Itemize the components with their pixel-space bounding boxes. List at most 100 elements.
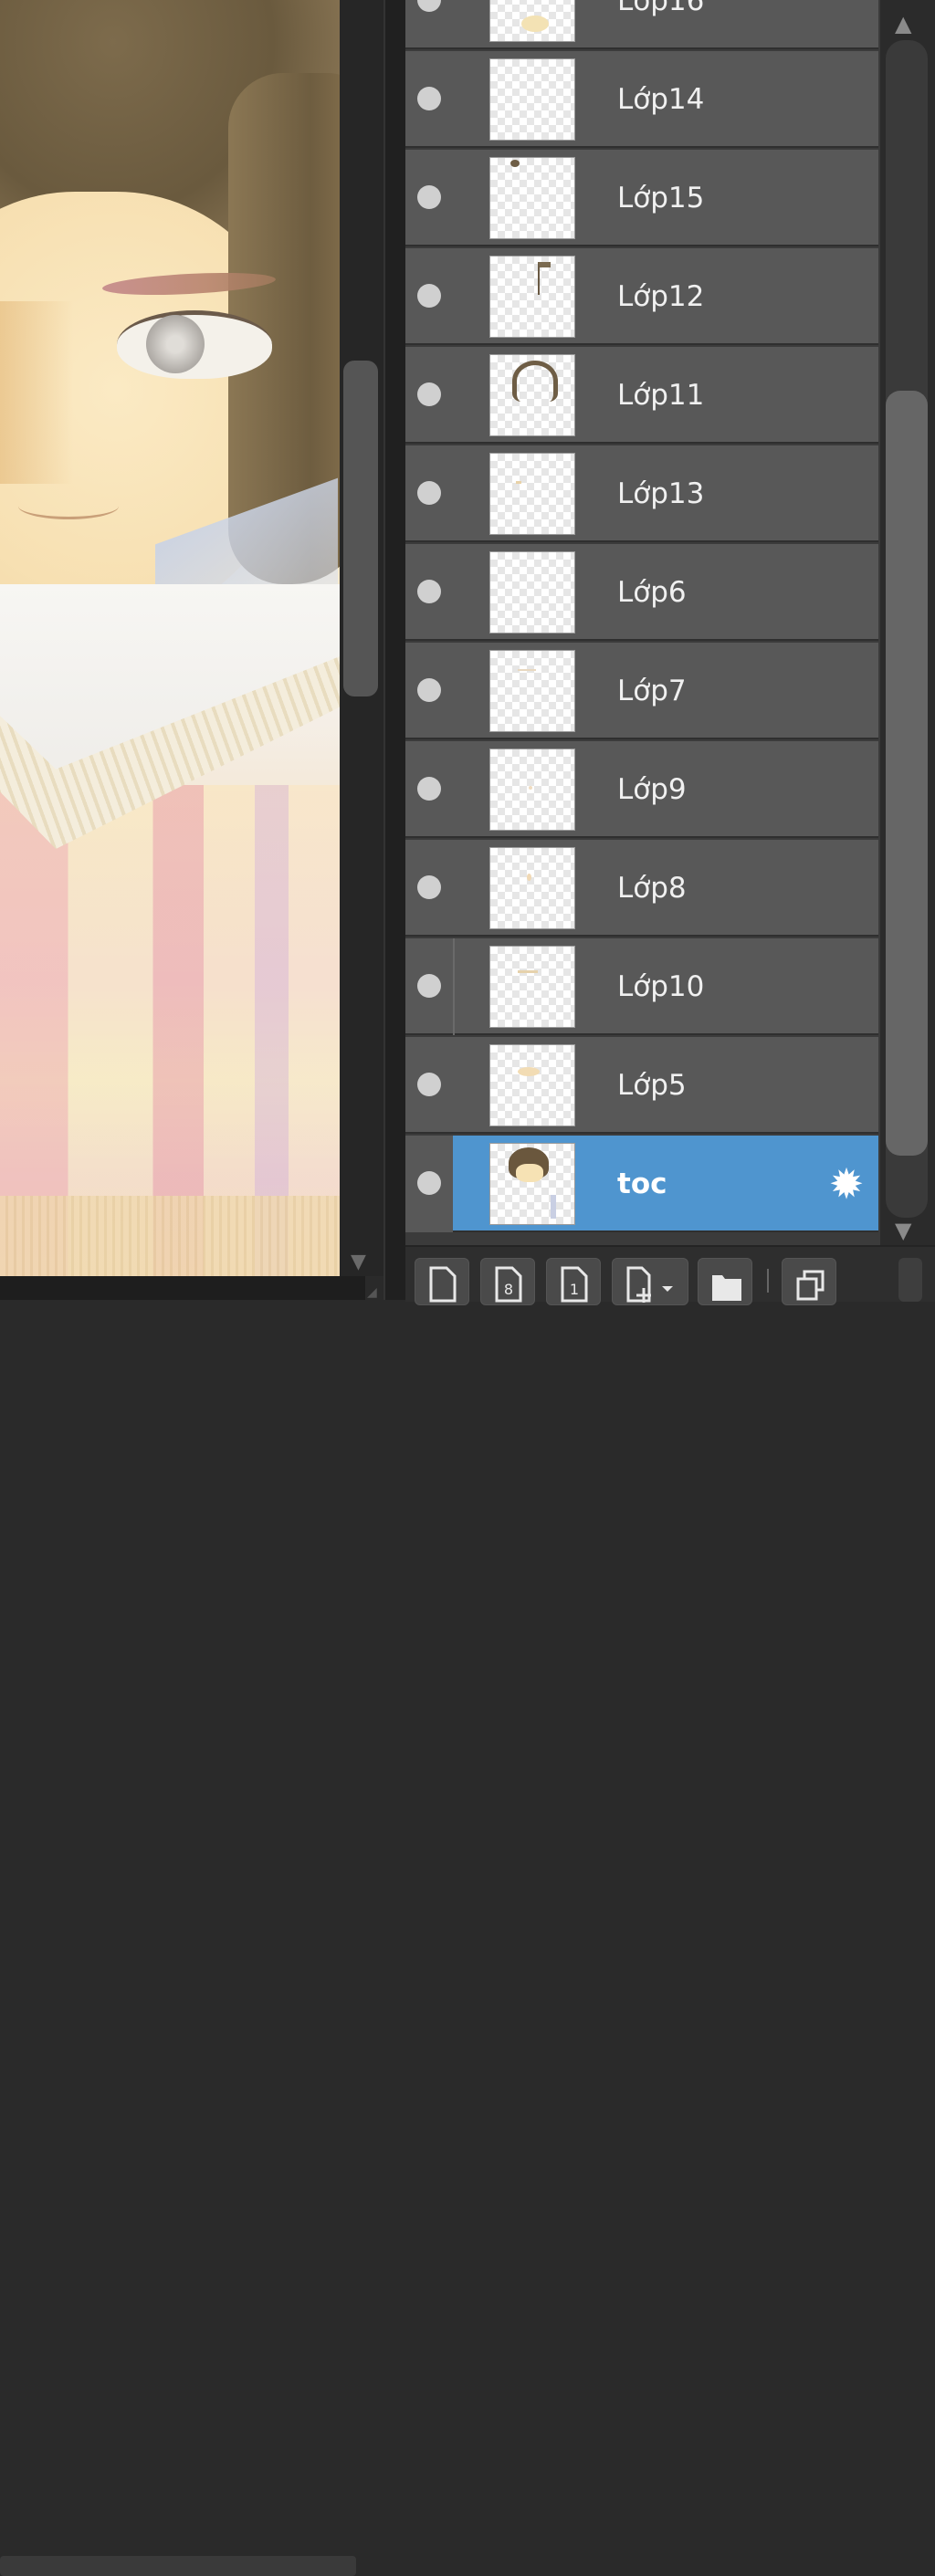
layer-scroll-thumb[interactable] [886, 391, 928, 1156]
layer-visibility-toggle[interactable] [405, 1136, 453, 1232]
layer-thumbnail[interactable] [489, 551, 575, 634]
folder-icon [712, 1275, 741, 1301]
layer-thumbnail[interactable] [489, 0, 575, 42]
layer-row[interactable]: Lớp13 [405, 445, 878, 542]
new-layer-button[interactable] [415, 1258, 469, 1305]
corner-resize-icon[interactable]: ◢ [367, 1285, 377, 1300]
eye-dot-icon [417, 284, 441, 308]
layer-name: Lớp8 [617, 872, 687, 905]
layer-name: Lớp12 [617, 280, 705, 313]
svg-text:8: 8 [504, 1281, 513, 1298]
layer-name: Lớp15 [617, 182, 705, 215]
scroll-down-icon[interactable]: ▼ [895, 1220, 911, 1241]
eye-dot-icon [417, 87, 441, 110]
layer-visibility-toggle[interactable] [405, 0, 453, 49]
layer-indent-bar [453, 938, 455, 1035]
artwork-mouth [18, 493, 119, 519]
drawing-canvas[interactable] [0, 0, 340, 1276]
layer-thumbnail[interactable] [489, 58, 575, 141]
layer-thumbnail[interactable] [489, 453, 575, 535]
layer-visibility-toggle[interactable] [405, 840, 453, 937]
new-1bit-layer-button[interactable]: 1 [546, 1258, 601, 1305]
panel-divider[interactable] [383, 0, 407, 1300]
new-1bit-layer-icon: 1 [561, 1266, 588, 1303]
eye-dot-icon [417, 974, 441, 998]
eye-dot-icon [417, 481, 441, 505]
layer-name: Lớp5 [617, 1069, 687, 1102]
layer-visibility-toggle[interactable] [405, 347, 453, 444]
canvas-scroll-down-icon[interactable]: ▼ [351, 1252, 366, 1272]
eye-dot-icon [417, 580, 441, 603]
eye-dot-icon [417, 1073, 441, 1096]
layer-panel: Lớp16 Lớp14 Lớp15 Lớp12 Lớp11 Lớp13 Lớp6 Lớp7 Lớ… [405, 0, 880, 1245]
toolbar-separator [767, 1269, 769, 1293]
layer-row[interactable]: Lớp12 [405, 248, 878, 345]
layer-row[interactable]: Lớp5 [405, 1037, 878, 1134]
layer-visibility-toggle[interactable] [405, 1037, 453, 1134]
layer-row[interactable]: Lớp14 [405, 51, 878, 148]
layer-thumbnail[interactable] [489, 946, 575, 1028]
add-layer-menu-icon [626, 1266, 673, 1303]
layer-row[interactable]: Lớp10 [405, 938, 878, 1035]
add-layer-menu-button[interactable] [612, 1258, 688, 1305]
eye-dot-icon [417, 875, 441, 899]
artwork-iris [146, 315, 205, 373]
layer-thumbnail[interactable] [489, 749, 575, 831]
eye-dot-icon [417, 185, 441, 209]
canvas-scroll-thumb[interactable] [343, 361, 378, 696]
scroll-up-icon[interactable]: ▲ [895, 13, 911, 35]
eye-dot-icon [417, 678, 441, 702]
canvas-vertical-scrollbar[interactable]: ▼ [340, 0, 383, 1276]
eye-dot-icon [417, 1171, 441, 1195]
layer-visibility-toggle[interactable] [405, 741, 453, 838]
eye-dot-icon [417, 0, 441, 12]
duplicate-layer-button[interactable] [782, 1258, 836, 1305]
layer-name: Lớp14 [617, 83, 705, 116]
layer-row[interactable]: Lớp11 [405, 347, 878, 444]
layer-name: toc [617, 1168, 667, 1200]
layer-row[interactable]: Lớp7 [405, 643, 878, 739]
artwork-sweater-hem [0, 1196, 340, 1276]
layer-row[interactable]: Lớp16 [405, 0, 878, 49]
new-layer-icon [429, 1266, 457, 1303]
new-8bit-layer-icon: 8 [495, 1266, 522, 1303]
eye-dot-icon [417, 382, 441, 406]
layer-toolbar: 8 1 [405, 1245, 935, 1305]
toolbar-overflow[interactable] [898, 1258, 922, 1302]
layer-thumbnail[interactable] [489, 650, 575, 732]
layer-row[interactable]: Lớp9 [405, 741, 878, 838]
canvas-horizontal-scrollbar[interactable] [0, 2556, 356, 2576]
layer-thumbnail[interactable] [489, 256, 575, 338]
layer-row[interactable]: Lớp6 [405, 544, 878, 641]
layer-name: Lớp7 [617, 675, 687, 707]
layer-name: Lớp16 [617, 0, 705, 17]
layer-name: Lớp9 [617, 773, 687, 806]
layer-visibility-toggle[interactable] [405, 150, 453, 246]
layer-name: Lớp13 [617, 477, 705, 510]
layer-row[interactable]: toc ✹ [405, 1136, 878, 1232]
layer-row[interactable]: Lớp8 [405, 840, 878, 937]
layer-name: Lớp11 [617, 379, 705, 412]
layer-thumbnail[interactable] [489, 157, 575, 239]
layer-visibility-toggle[interactable] [405, 938, 453, 1035]
svg-text:1: 1 [570, 1281, 579, 1298]
layer-panel-scrollbar[interactable]: ▲ ▼ [880, 0, 935, 1245]
layer-thumbnail[interactable] [489, 1143, 575, 1225]
layer-thumbnail[interactable] [489, 847, 575, 929]
new-folder-button[interactable] [698, 1258, 752, 1305]
layer-visibility-toggle[interactable] [405, 643, 453, 739]
layer-visibility-toggle[interactable] [405, 445, 453, 542]
canvas-bottom-bar [0, 1276, 365, 2576]
layer-thumbnail[interactable] [489, 1044, 575, 1126]
layer-visibility-toggle[interactable] [405, 51, 453, 148]
layer-visibility-toggle[interactable] [405, 544, 453, 641]
eye-dot-icon [417, 777, 441, 801]
layer-row[interactable]: Lớp15 [405, 150, 878, 246]
gear-icon[interactable]: ✹ [825, 1163, 867, 1205]
layer-visibility-toggle[interactable] [405, 248, 453, 345]
artwork-nose-shading [0, 301, 73, 484]
new-8bit-layer-button[interactable]: 8 [480, 1258, 535, 1305]
duplicate-icon [796, 1270, 825, 1301]
layer-name: Lớp6 [617, 576, 687, 609]
layer-thumbnail[interactable] [489, 354, 575, 436]
